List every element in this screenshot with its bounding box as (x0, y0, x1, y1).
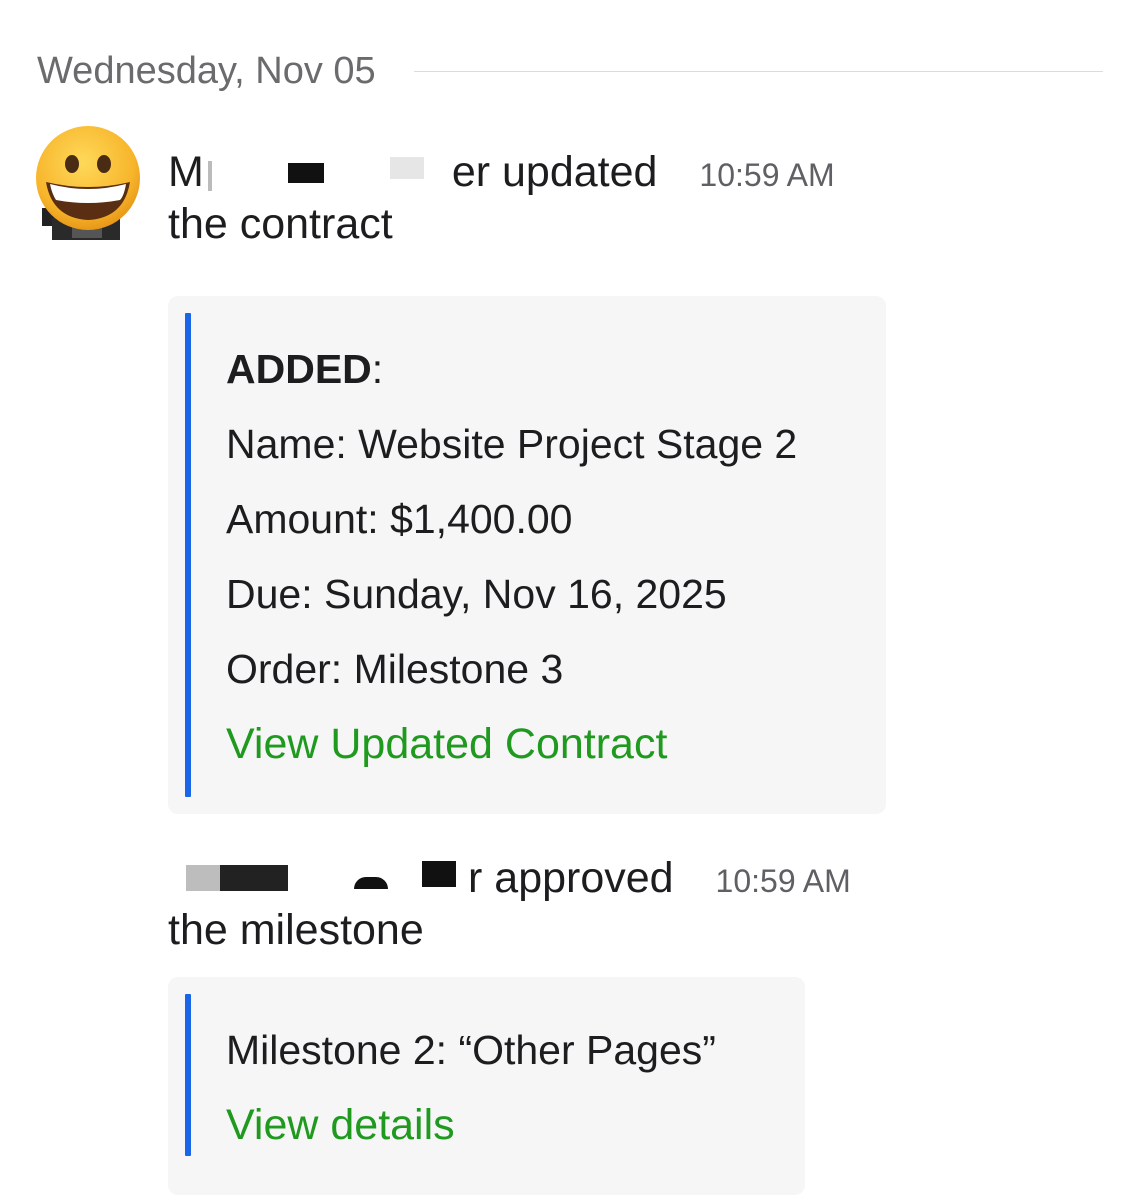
card-accent-bar (185, 313, 191, 797)
left-eye (65, 155, 79, 173)
right-eye (97, 155, 111, 173)
card-line-name: Name: Website Project Stage 2 (226, 421, 798, 467)
message-header: M er updated 10:59 AM (168, 146, 835, 201)
timestamp: 10:59 AM (715, 863, 851, 899)
card-accent-bar (185, 994, 191, 1156)
message-header: r approved 10:59 AM (168, 852, 851, 907)
avatar[interactable] (32, 126, 144, 242)
author-name-end[interactable]: er (452, 148, 490, 196)
author-name-start[interactable]: M (168, 148, 204, 196)
message-action: updated (502, 148, 658, 196)
view-details-link[interactable]: View details (226, 1100, 455, 1150)
grinning-face-icon (36, 126, 140, 240)
milestone-approval-card: Milestone 2: “Other Pages” View details (168, 977, 805, 1195)
card-line-amount: Amount: $1,400.00 (226, 496, 573, 542)
contract-update-card: ADDED: Name: Website Project Stage 2 Amo… (168, 296, 886, 814)
author-name-end[interactable]: r (468, 854, 482, 902)
redacted-name (204, 155, 452, 195)
message-object: the milestone (168, 906, 424, 954)
card-line-milestone: Milestone 2: “Other Pages” (226, 1027, 716, 1073)
date-divider: Wednesday, Nov 05 (37, 46, 1103, 96)
card-line-order: Order: Milestone 3 (226, 646, 564, 692)
redacted-name (168, 860, 468, 901)
message-action: approved (494, 854, 674, 902)
timestamp: 10:59 AM (699, 157, 835, 193)
view-updated-contract-link[interactable]: View Updated Contract (226, 719, 667, 769)
card-line-due: Due: Sunday, Nov 16, 2025 (226, 571, 727, 617)
message-object: the contract (168, 200, 393, 248)
date-label: Wednesday, Nov 05 (37, 49, 376, 92)
card-heading: ADDED: (226, 346, 384, 392)
divider-line (413, 70, 1103, 72)
